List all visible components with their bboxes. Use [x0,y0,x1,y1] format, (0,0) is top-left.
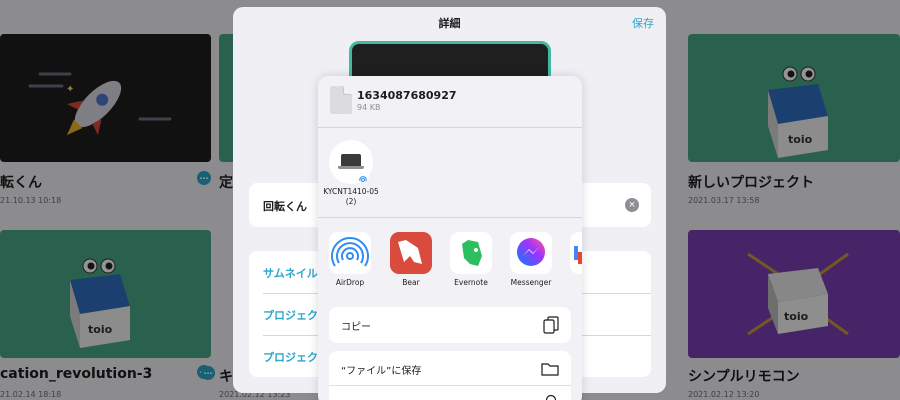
sheet-header: 詳細 保存 [233,7,666,37]
project-name-value: 回転くん [263,200,307,213]
partial-app-icon [570,232,582,274]
save-to-files-label: “ファイル”に保存 [341,366,422,377]
save-button[interactable]: 保存 [632,15,654,31]
save-to-files-action[interactable]: “ファイル”に保存 [329,351,571,400]
shared-file-header: 1634087680927 94 KB [318,76,582,127]
project-option[interactable]: プロジェク [263,307,318,323]
evernote-icon [450,232,492,274]
laptop-icon [341,154,361,166]
document-icon [330,86,352,114]
sheet-title: 詳細 [438,17,461,30]
thumbnail-option[interactable]: サムネイル [263,265,318,281]
file-name: 1634087680927 [357,89,457,102]
bear-icon [390,232,432,274]
airdrop-icon [329,232,371,274]
copy-icon [543,316,559,338]
copy-label: コピー [341,322,371,333]
copy-action[interactable]: コピー [329,307,571,343]
share-sheet: 1634087680927 94 KB KYCNT1410-05 (2) Air… [318,76,582,400]
file-size: 94 KB [357,103,381,112]
divider [329,385,571,386]
project-option[interactable]: プロジェク [263,349,318,365]
messenger-icon [510,232,552,274]
clear-icon[interactable]: × [625,198,639,212]
device-name: KYCNT1410-05 (2) [323,187,379,206]
search-icon [545,393,559,400]
divider [318,127,582,128]
airdrop-badge-icon [357,170,369,182]
folder-icon [541,361,559,380]
divider [318,217,582,218]
